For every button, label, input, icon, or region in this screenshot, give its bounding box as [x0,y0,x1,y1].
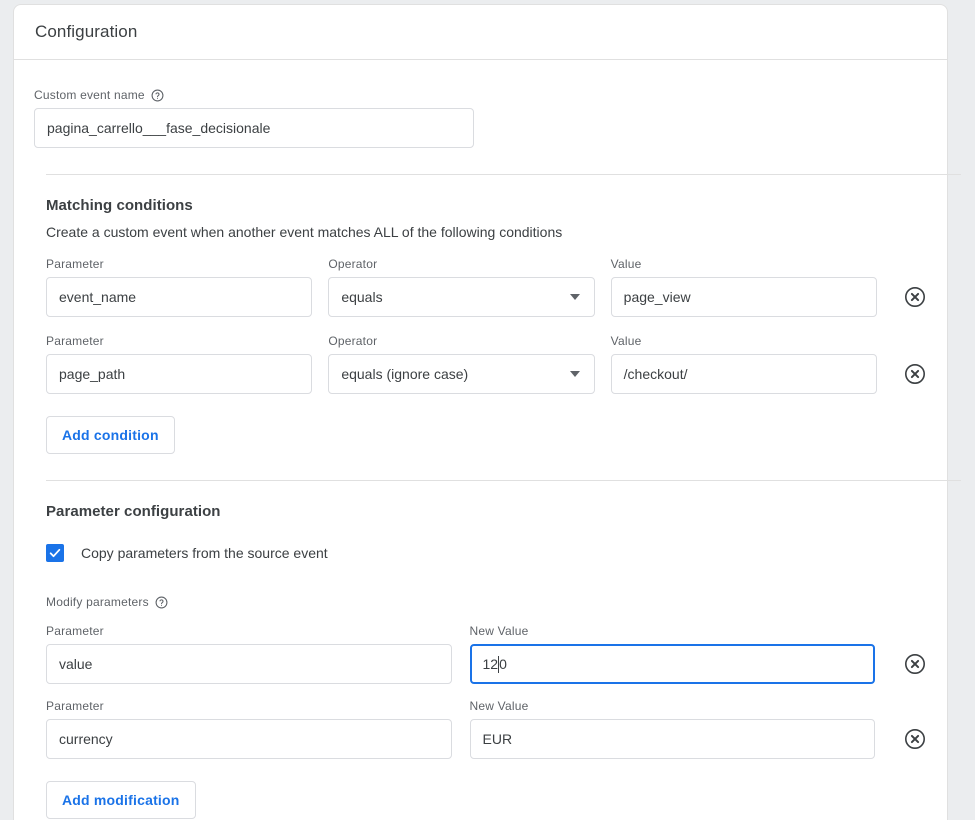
custom-event-name-group: Custom event name pagina_carrello___fase… [34,88,927,148]
remove-circle-x-icon[interactable] [903,727,927,751]
modification-parameter-value: currency [59,731,113,747]
modification-parameter-input[interactable]: currency [46,719,452,759]
remove-circle-x-icon[interactable] [903,362,927,386]
modification-new-value-group: New Value EUR [469,699,875,759]
condition-value-label: Value [610,257,642,271]
card-header: Configuration [14,5,947,60]
modification-new-value-input[interactable]: EUR [469,719,875,759]
condition-operator-group: Operator equals [328,257,595,317]
modification-row: Parameter value New Value 12 0 [46,624,927,684]
modification-new-value-label: New Value [469,699,529,713]
remove-circle-x-icon[interactable] [903,652,927,676]
condition-operator-select[interactable]: equals (ignore case) [328,354,595,394]
modification-parameter-label: Parameter [46,624,104,638]
custom-event-name-label-text: Custom event name [34,88,145,102]
condition-value-text: /checkout/ [623,366,688,382]
copy-parameters-row: Copy parameters from the source event [46,544,927,562]
condition-operator-select[interactable]: equals [328,277,595,317]
chevron-down-icon [569,294,580,300]
modification-new-value-text-after-caret: 0 [499,656,507,672]
custom-event-name-input[interactable]: pagina_carrello___fase_decisionale [34,108,474,148]
help-circle-icon[interactable] [151,89,164,102]
condition-operator-value: equals [341,289,383,305]
add-condition-button[interactable]: Add condition [46,416,175,454]
condition-parameter-group: Parameter event_name [46,257,313,317]
chevron-down-icon [569,371,580,377]
add-modification-button[interactable]: Add modification [46,781,196,819]
copy-parameters-checkbox[interactable] [46,544,64,562]
condition-parameter-group: Parameter page_path [46,334,313,394]
modify-parameters-label: Modify parameters [46,595,927,609]
parameter-configuration-title: Parameter configuration [46,503,221,520]
condition-value-text: page_view [623,289,691,305]
remove-circle-x-icon[interactable] [903,285,927,309]
custom-event-name-label: Custom event name [34,88,927,102]
help-circle-icon[interactable] [155,596,168,609]
modification-new-value-text: EUR [482,731,513,747]
page-title: Configuration [35,22,138,41]
modification-parameter-group: Parameter currency [46,699,452,759]
modification-parameter-input[interactable]: value [46,644,452,684]
condition-value-group: Value /checkout/ [610,334,877,394]
condition-operator-group: Operator equals (ignore case) [328,334,595,394]
modification-new-value-group: New Value 12 0 [469,624,875,684]
modification-row: Parameter currency New Value EUR [46,699,927,759]
configuration-card: Configuration Custom event name pagina_c… [13,4,961,820]
condition-operator-value: equals (ignore case) [341,366,469,382]
condition-parameter-value: page_path [59,366,126,382]
condition-value-group: Value page_view [610,257,877,317]
modification-parameter-group: Parameter value [46,624,452,684]
card-body: Custom event name pagina_carrello___fase… [14,60,961,819]
modification-parameter-value: value [59,656,93,672]
divider-after-conditions [46,480,961,481]
condition-value-input[interactable]: /checkout/ [610,354,877,394]
condition-parameter-label: Parameter [46,257,104,271]
modification-parameter-label: Parameter [46,699,104,713]
condition-row: Parameter page_path Operator equals (ign… [46,334,927,394]
matching-conditions-title: Matching conditions [46,197,193,214]
condition-value-label: Value [610,334,642,348]
modification-new-value-text-before-caret: 12 [482,656,499,672]
condition-operator-label: Operator [328,257,378,271]
copy-parameters-label: Copy parameters from the source event [81,545,328,561]
condition-parameter-input[interactable]: event_name [46,277,313,317]
condition-value-input[interactable]: page_view [610,277,877,317]
condition-operator-label: Operator [328,334,378,348]
condition-parameter-value: event_name [59,289,137,305]
matching-conditions-description: Create a custom event when another event… [46,224,563,240]
modification-new-value-input[interactable]: 12 0 [469,644,875,684]
modification-new-value-label: New Value [469,624,529,638]
condition-row: Parameter event_name Operator equals Val… [46,257,927,317]
modify-parameters-label-text: Modify parameters [46,595,149,609]
configuration-screen: Configuration Custom event name pagina_c… [0,0,975,820]
condition-parameter-input[interactable]: page_path [46,354,313,394]
custom-event-name-value: pagina_carrello___fase_decisionale [47,120,271,136]
divider-after-event-name [46,174,961,175]
condition-parameter-label: Parameter [46,334,104,348]
